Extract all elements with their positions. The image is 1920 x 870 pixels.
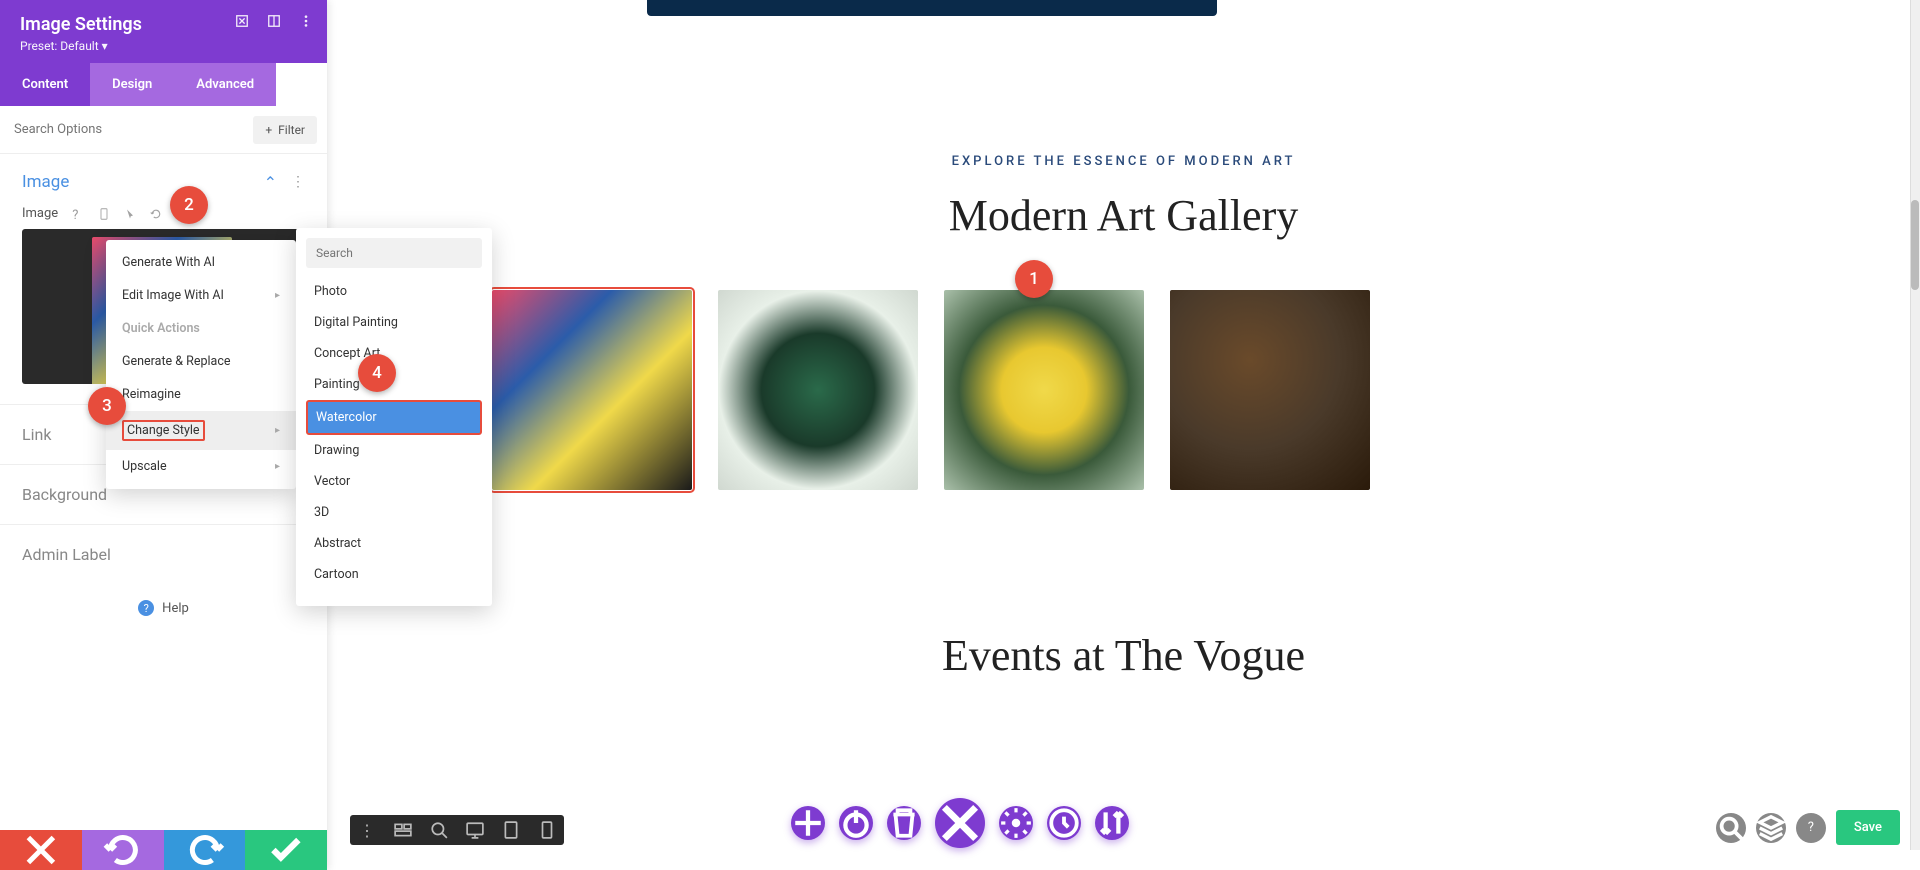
more-icon[interactable] [299, 14, 313, 28]
submenu-item-vector[interactable]: Vector [306, 466, 482, 497]
submenu-item-photo[interactable]: Photo [306, 276, 482, 307]
preset-dropdown[interactable]: Preset: Default ▾ [20, 39, 307, 53]
footer-undo-button[interactable] [82, 830, 164, 870]
plus-icon: + [265, 123, 272, 137]
gallery-image-4[interactable] [1170, 290, 1370, 490]
gallery-image-2[interactable] [718, 290, 918, 490]
br-help-icon[interactable]: ? [1796, 813, 1826, 843]
section-image-header[interactable]: Image ⌃ ⋮ [0, 154, 327, 206]
expand-icon[interactable] [235, 14, 249, 28]
builder-actions [791, 806, 1129, 848]
submenu-item-drawing[interactable]: Drawing [306, 435, 482, 466]
chevron-right-icon: ▸ [275, 290, 280, 301]
annotation-badge-4: 4 [358, 354, 396, 392]
reset-icon[interactable] [150, 208, 162, 220]
viewport-toolbar: ⋮ [350, 815, 564, 845]
wireframe-icon[interactable] [394, 821, 412, 839]
action-history[interactable] [1047, 806, 1081, 840]
section-admin-label[interactable]: Admin Label [0, 524, 327, 584]
action-trash[interactable] [887, 806, 921, 840]
bottom-right-actions: ? Save [1716, 810, 1900, 845]
style-submenu: PhotoDigital PaintingConcept ArtPainting… [296, 228, 492, 606]
ctx-generate-replace[interactable]: Generate & Replace [106, 345, 296, 378]
mobile-icon[interactable] [98, 208, 110, 220]
vertical-scrollbar[interactable] [1910, 0, 1920, 850]
submenu-item-cartoon[interactable]: Cartoon [306, 559, 482, 590]
columns-icon[interactable] [267, 14, 281, 28]
image-label: Image [22, 206, 58, 221]
search-input[interactable] [10, 114, 245, 145]
tab-design[interactable]: Design [90, 63, 174, 106]
ctx-quick-actions-label: Quick Actions [106, 312, 296, 345]
submenu-list: PhotoDigital PaintingConcept ArtPainting… [306, 276, 482, 596]
footer-confirm-button[interactable] [245, 830, 327, 870]
collapse-icon[interactable]: ⌃ [264, 173, 277, 192]
submenu-item-comic-book[interactable]: Comic Book [306, 590, 482, 596]
chevron-right-icon: ▸ [275, 461, 280, 472]
ctx-upscale[interactable]: Upscale▸ [106, 450, 296, 483]
ctx-change-style[interactable]: Change Style▸ [106, 411, 296, 450]
action-sort[interactable] [1095, 806, 1129, 840]
gallery-image-1[interactable] [492, 290, 692, 490]
help-badge-icon: ? [138, 600, 154, 616]
ctx-reimagine[interactable]: Reimagine [106, 378, 296, 411]
br-layers-icon[interactable] [1756, 813, 1786, 843]
action-close[interactable] [935, 798, 985, 848]
desktop-icon[interactable] [466, 821, 484, 839]
action-add[interactable] [791, 806, 825, 840]
section-more-icon[interactable]: ⋮ [291, 174, 305, 190]
chevron-right-icon: ▸ [275, 425, 280, 436]
action-settings[interactable] [999, 806, 1033, 840]
annotation-badge-1: 1 [1015, 260, 1053, 298]
submenu-item-abstract[interactable]: Abstract [306, 528, 482, 559]
filter-button[interactable]: + Filter [253, 116, 317, 144]
search-row: + Filter [0, 106, 327, 154]
zoom-icon[interactable] [430, 821, 448, 839]
main-canvas: EXPLORE THE ESSENCE OF MODERN ART Modern… [327, 0, 1920, 870]
toolbar-more-icon[interactable]: ⋮ [358, 821, 376, 839]
footer-cancel-button[interactable] [0, 830, 82, 870]
panel-footer [0, 830, 327, 870]
tablet-icon[interactable] [502, 821, 520, 839]
hover-icon[interactable] [124, 208, 136, 220]
annotation-badge-3: 3 [88, 387, 126, 425]
hero-button-strip [647, 0, 1217, 16]
submenu-item-3d[interactable]: 3D [306, 497, 482, 528]
footer-redo-button[interactable] [164, 830, 246, 870]
submenu-search-input[interactable] [306, 238, 482, 268]
scrollbar-thumb[interactable] [1911, 200, 1919, 290]
annotation-badge-2: 2 [170, 186, 208, 224]
submenu-item-watercolor[interactable]: Watercolor [306, 400, 482, 435]
context-menu: Generate With AI Edit Image With AI▸ Qui… [106, 240, 296, 489]
action-power[interactable] [839, 806, 873, 840]
phone-icon[interactable] [538, 821, 556, 839]
eyebrow-text: EXPLORE THE ESSENCE OF MODERN ART [952, 154, 1296, 169]
save-button[interactable]: Save [1836, 810, 1900, 845]
submenu-item-digital-painting[interactable]: Digital Painting [306, 307, 482, 338]
br-search-icon[interactable] [1716, 813, 1746, 843]
panel-header: Image Settings Preset: Default ▾ [0, 0, 327, 63]
events-title: Events at The Vogue [942, 630, 1305, 681]
help-link[interactable]: ? Help [0, 584, 327, 632]
chevron-down-icon: ▾ [102, 39, 108, 53]
gallery-row [492, 290, 1370, 490]
ctx-generate-ai[interactable]: Generate With AI [106, 246, 296, 279]
help-icon[interactable]: ? [72, 208, 84, 220]
tab-advanced[interactable]: Advanced [174, 63, 276, 106]
gallery-image-3[interactable] [944, 290, 1144, 490]
ctx-edit-ai[interactable]: Edit Image With AI▸ [106, 279, 296, 312]
panel-tabs: Content Design Advanced [0, 63, 327, 106]
page-title: Modern Art Gallery [949, 190, 1298, 241]
tab-content[interactable]: Content [0, 63, 90, 106]
